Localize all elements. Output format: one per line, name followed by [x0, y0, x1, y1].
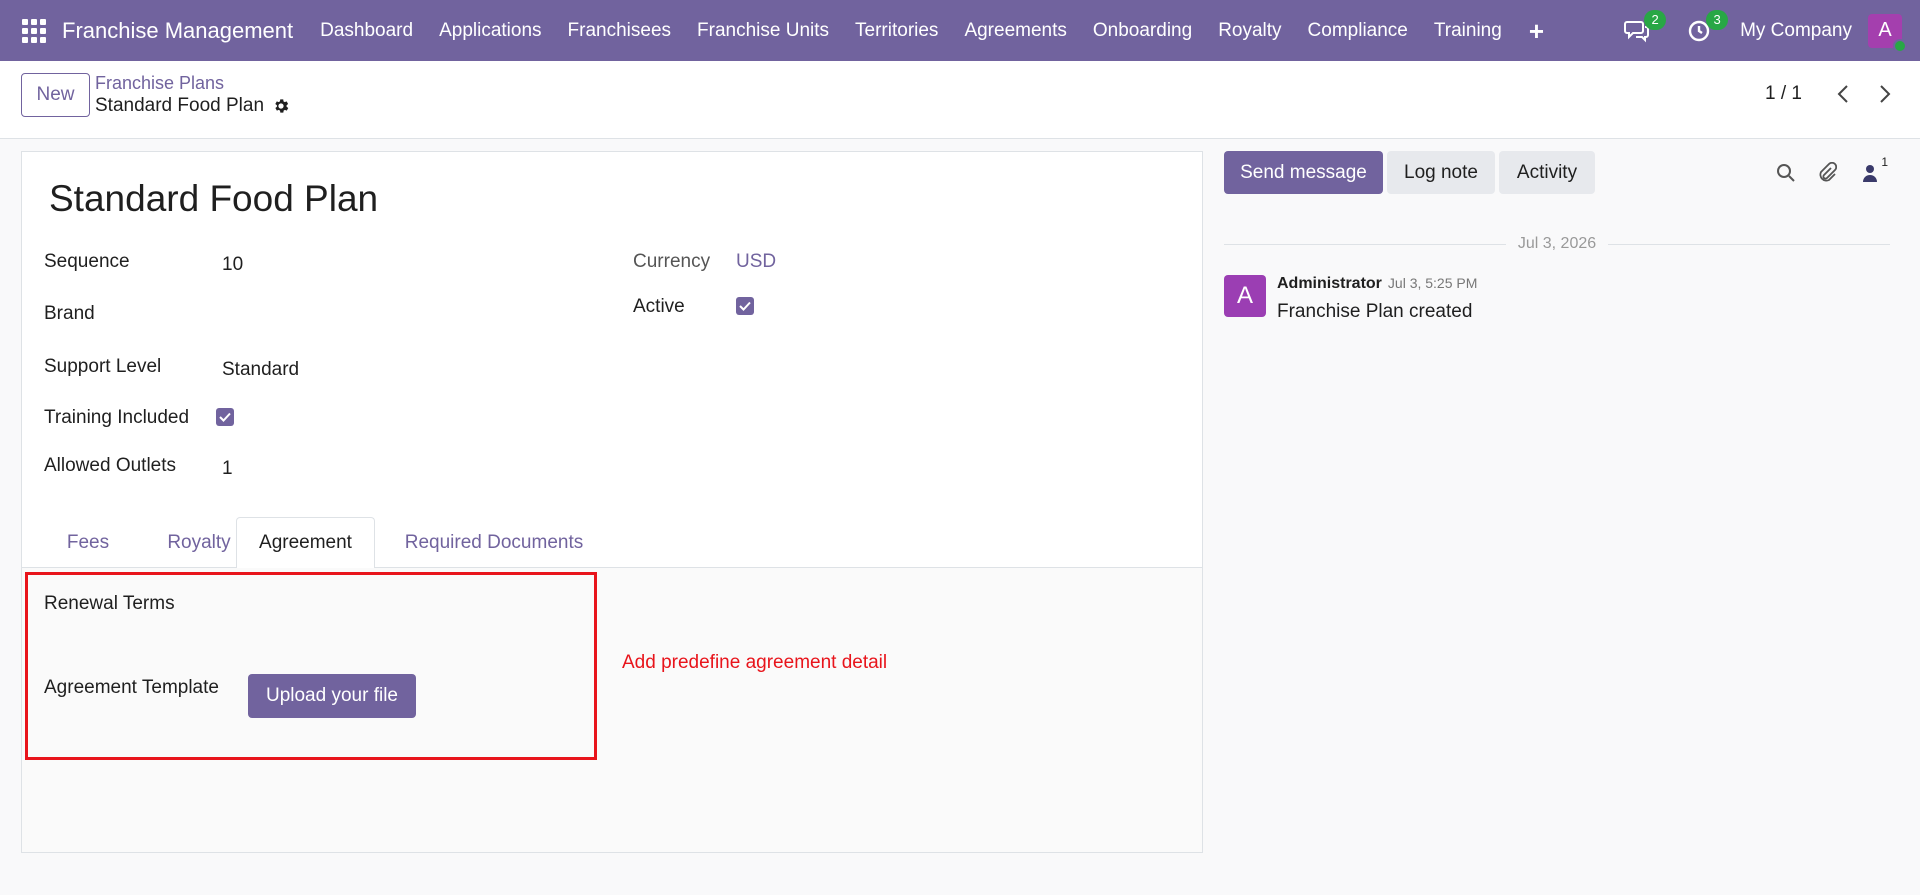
pager-previous-icon[interactable] [1830, 81, 1856, 107]
notebook-tabs: Fees Royalty Agreement Required Document… [22, 517, 1202, 569]
currency-field[interactable]: USD [736, 251, 776, 273]
record-title[interactable]: Standard Food Plan [49, 178, 378, 220]
main-menu: Dashboard Applications Franchisees Franc… [307, 18, 1558, 44]
active-label: Active [633, 296, 685, 317]
message-time: Jul 3, 5:25 PM [1387, 275, 1478, 291]
tab-royalty[interactable]: Royalty [149, 517, 249, 568]
log-note-button[interactable]: Log note [1387, 151, 1495, 194]
support-level-label: Support Level [44, 356, 162, 377]
check-icon [739, 301, 751, 311]
breadcrumb-record-name: Standard Food Plan [95, 95, 265, 116]
brand-field[interactable] [222, 303, 602, 327]
messages-badge: 2 [1644, 9, 1667, 30]
menu-franchise-units[interactable]: Franchise Units [684, 20, 842, 42]
training-included-label: Training Included [44, 407, 190, 428]
currency-label: Currency [633, 251, 711, 272]
follower-count: 1 [1881, 155, 1888, 169]
sequence-field[interactable]: 10 [222, 254, 243, 276]
followers-icon[interactable]: 1 [1858, 155, 1888, 185]
message-header: Administrator Jul 3, 5:25 PM [1277, 275, 1477, 293]
tab-agreement[interactable]: Agreement [236, 517, 375, 569]
gear-icon[interactable] [272, 97, 290, 115]
breadcrumb-current: Standard Food Plan [95, 95, 290, 117]
check-icon [219, 412, 231, 422]
online-status-icon [1893, 38, 1907, 53]
menu-territories[interactable]: Territories [842, 20, 951, 42]
plus-icon[interactable]: + [1515, 18, 1558, 44]
message-avatar[interactable]: A [1224, 275, 1266, 317]
user-avatar-initial: A [1878, 19, 1892, 41]
allowed-outlets-label: Allowed Outlets [44, 455, 177, 476]
breadcrumb-franchise-plans[interactable]: Franchise Plans [95, 73, 224, 94]
activity-button[interactable]: Activity [1499, 151, 1595, 194]
new-button[interactable]: New [21, 73, 90, 117]
activity-clock-icon[interactable]: 3 [1684, 9, 1729, 46]
menu-royalty[interactable]: Royalty [1205, 20, 1294, 42]
pager-value[interactable]: 1 / 1 [1765, 83, 1802, 105]
search-icon[interactable] [1774, 161, 1798, 185]
tab-required-documents[interactable]: Required Documents [394, 517, 594, 568]
training-included-checkbox[interactable] [216, 408, 234, 426]
tab-fees[interactable]: Fees [47, 517, 129, 568]
activities-badge: 3 [1706, 9, 1729, 30]
active-checkbox[interactable] [736, 297, 754, 315]
date-separator: Jul 3, 2026 [1224, 234, 1890, 254]
company-switcher[interactable]: My Company [1740, 20, 1852, 42]
menu-franchisees[interactable]: Franchisees [555, 20, 685, 42]
annotation-text: Add predefine agreement detail [622, 652, 888, 673]
navbar-systray: 2 3 My Company A [1606, 0, 1920, 61]
menu-onboarding[interactable]: Onboarding [1080, 20, 1205, 42]
control-panel: New Franchise Plans Standard Food Plan 1… [0, 61, 1920, 139]
message-author[interactable]: Administrator [1277, 275, 1382, 292]
chatter-panel: Send message Log note Activity 1 Jul 3, … [1224, 151, 1890, 751]
user-avatar[interactable]: A [1868, 13, 1907, 53]
menu-compliance[interactable]: Compliance [1295, 20, 1421, 42]
app-brand[interactable]: Franchise Management [62, 18, 293, 44]
support-level-field[interactable]: Standard [222, 359, 299, 381]
annotation-highlight-box [25, 572, 597, 760]
date-separator-label: Jul 3, 2026 [1517, 235, 1597, 252]
menu-agreements[interactable]: Agreements [951, 20, 1079, 42]
form-sheet: Standard Food Plan Sequence 10 Brand Sup… [21, 151, 1203, 853]
brand-label: Brand [44, 303, 95, 324]
message-body: Franchise Plan created [1277, 301, 1473, 322]
top-navbar: Franchise Management Dashboard Applicati… [0, 0, 1920, 61]
pager-next-icon[interactable] [1872, 81, 1898, 107]
allowed-outlets-field[interactable]: 1 [222, 458, 233, 480]
send-message-button[interactable]: Send message [1224, 151, 1383, 194]
sequence-label: Sequence [44, 251, 130, 272]
messages-icon[interactable]: 2 [1622, 9, 1667, 46]
paperclip-icon[interactable] [1815, 161, 1839, 185]
menu-training[interactable]: Training [1421, 20, 1515, 42]
app-menu-icon[interactable] [22, 18, 46, 43]
menu-dashboard[interactable]: Dashboard [307, 20, 426, 42]
menu-applications[interactable]: Applications [426, 20, 554, 42]
